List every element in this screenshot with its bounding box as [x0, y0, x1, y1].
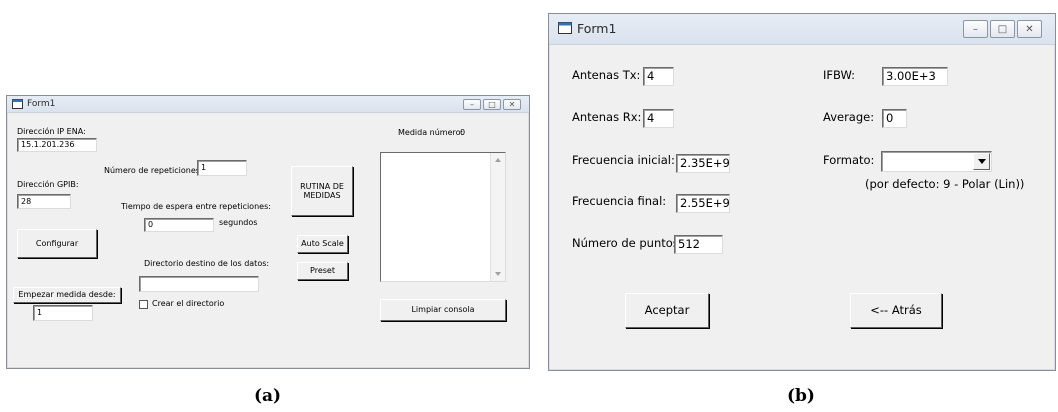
average-input[interactable]: 0 [882, 109, 907, 128]
close-button[interactable]: ✕ [503, 99, 521, 110]
ifbw-label: IFBW: [823, 68, 856, 82]
formato-select[interactable] [881, 151, 992, 172]
aceptar-button[interactable]: Aceptar [625, 293, 709, 328]
medida-numero-label: Medida número: [398, 128, 464, 137]
antenas-tx-label: Antenas Tx: [572, 68, 641, 82]
segundos-label: segundos [219, 218, 258, 227]
window-title: Form1 [577, 21, 617, 36]
repeticiones-input[interactable]: 1 [197, 160, 247, 176]
configurar-button[interactable]: Configurar [17, 229, 97, 258]
console-scrollbar[interactable] [490, 153, 505, 281]
auto-scale-button[interactable]: Auto Scale [297, 235, 348, 253]
minimize-icon: – [973, 23, 978, 35]
freq-final-input[interactable]: 2.55E+9 [676, 194, 730, 213]
title-bar[interactable]: Form1 – □ ✕ [7, 96, 529, 113]
maximize-icon: □ [997, 23, 1008, 35]
crear-directorio-label: Crear el directorio [152, 299, 225, 308]
formato-hint: (por defecto: 9 - Polar (Lin)) [865, 177, 1025, 191]
ip-label: Dirección IP ENA: [17, 127, 86, 136]
formato-dropdown-button[interactable] [973, 153, 990, 170]
antenas-tx-input[interactable]: 4 [643, 67, 674, 86]
caption-b: (b) [787, 386, 815, 406]
scroll-down-icon[interactable] [491, 267, 505, 281]
atras-button[interactable]: <-- Atrás [850, 293, 942, 328]
antenas-rx-input[interactable]: 4 [643, 109, 674, 128]
num-puntos-input[interactable]: 512 [674, 235, 723, 254]
maximize-icon: □ [488, 100, 496, 109]
ifbw-input[interactable]: 3.00E+3 [882, 67, 948, 86]
caption-a: (a) [254, 386, 282, 406]
close-icon: ✕ [508, 100, 516, 109]
maximize-button[interactable]: □ [990, 20, 1015, 38]
window-title: Form1 [27, 99, 56, 109]
freq-final-label: Frecuencia final: [572, 194, 667, 208]
scroll-up-icon[interactable] [491, 153, 505, 167]
limpiar-consola-button[interactable]: Limpiar consola [380, 299, 506, 321]
close-icon: ✕ [1025, 23, 1034, 35]
tiempo-espera-label: Tiempo de espera entre repeticiones: [121, 202, 271, 211]
empezar-medida-input[interactable]: 1 [33, 305, 93, 321]
repeticiones-label: Número de repeticiones: [104, 166, 203, 175]
form-icon [558, 22, 572, 34]
maximize-button[interactable]: □ [483, 99, 501, 110]
average-label: Average: [823, 110, 875, 124]
chevron-down-icon [977, 159, 986, 164]
directorio-label: Directorio destino de los datos: [144, 259, 270, 268]
form1-window-a: Form1 – □ ✕ Dirección IP ENA: 15.1.201.2… [6, 95, 530, 369]
minimize-icon: – [470, 100, 474, 109]
directorio-input[interactable] [139, 276, 259, 292]
minimize-button[interactable]: – [463, 99, 481, 110]
antenas-rx-label: Antenas Rx: [572, 110, 642, 124]
form-icon [12, 99, 23, 109]
console-listbox[interactable] [380, 152, 506, 282]
empezar-medida-button[interactable]: Empezar medida desde: [13, 287, 121, 303]
freq-inicial-label: Frecuencia inicial: [572, 153, 675, 167]
preset-button[interactable]: Preset [297, 262, 348, 280]
num-puntos-label: Número de puntos [572, 236, 679, 250]
gpib-input[interactable]: 28 [17, 194, 71, 209]
gpib-label: Dirección GPIB: [17, 180, 79, 189]
tiempo-espera-input[interactable]: 0 [144, 218, 214, 232]
crear-directorio-checkbox[interactable] [139, 300, 148, 309]
freq-inicial-input[interactable]: 2.35E+9 [676, 154, 730, 173]
medida-numero-value: 0 [460, 128, 466, 137]
formato-label: Formato: [823, 153, 875, 167]
rutina-medidas-button[interactable]: RUTINA DE MEDIDAS [291, 166, 353, 216]
minimize-button[interactable]: – [963, 20, 988, 38]
ip-input[interactable]: 15.1.201.236 [17, 138, 97, 152]
title-bar[interactable]: Form1 – □ ✕ [549, 14, 1055, 45]
close-button[interactable]: ✕ [1017, 20, 1042, 38]
form1-window-b: Form1 – □ ✕ Antenas Tx: 4 IFBW: 3.00E+3 … [548, 13, 1056, 371]
